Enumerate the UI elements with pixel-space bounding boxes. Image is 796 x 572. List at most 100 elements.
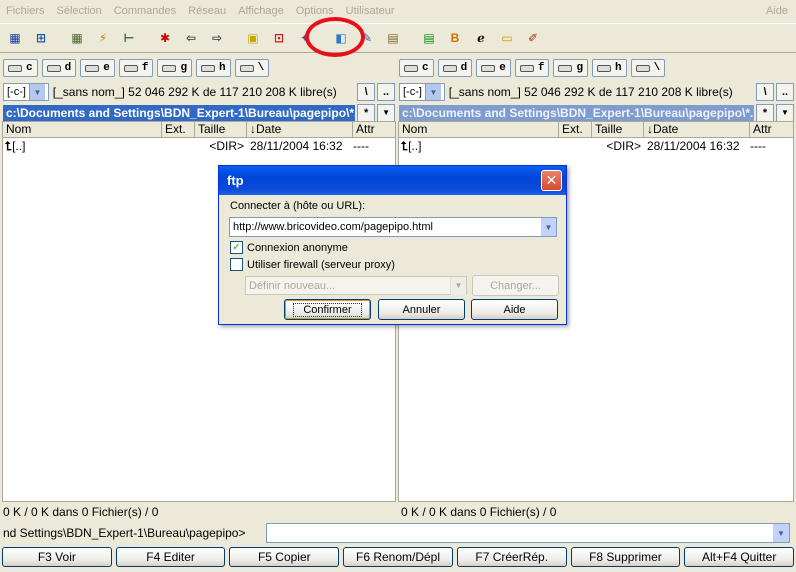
right-drive-button-d[interactable]: d [437, 59, 473, 77]
drive-icon [404, 64, 418, 72]
host-url-input[interactable]: http://www.bricovideo.com/pagepipo.html … [229, 217, 557, 237]
toolbar-button-star[interactable]: ✱ [154, 27, 176, 49]
col-nom[interactable]: Nom [399, 122, 559, 137]
left-up-button[interactable]: .. [377, 83, 396, 101]
toolbar-button-ftp-connect[interactable]: ✦ [294, 27, 316, 49]
col-taille[interactable]: Taille [195, 122, 247, 137]
f4-edit-button[interactable]: F4 Editer [115, 547, 226, 567]
left-drive-button-h[interactable]: h [196, 59, 231, 77]
toolbar-button-arrow-right[interactable]: ⇨ [206, 27, 228, 49]
left-drive-button-e[interactable]: e [80, 59, 115, 77]
chevron-down-icon: ▼ [450, 276, 466, 295]
col-taille[interactable]: Taille [592, 122, 644, 137]
drive-label: h [219, 62, 226, 74]
drive-label: f [141, 62, 149, 74]
toolbar-button-tree[interactable]: ⊞ [30, 27, 52, 49]
right-history-dropdown[interactable]: ▼ [776, 103, 794, 122]
col-ext[interactable]: Ext. [162, 122, 195, 137]
right-drive-button-f[interactable]: f [514, 59, 550, 77]
toolbar-button-folder-tree[interactable]: ⊢ [118, 27, 140, 49]
chevron-down-icon[interactable]: ▼ [540, 218, 556, 236]
toolbar-button-card[interactable]: ▤ [382, 27, 404, 49]
left-drive-button-network[interactable]: \ [234, 59, 270, 77]
menu-fichiers[interactable]: Fichiers [6, 5, 45, 17]
f3-view-button[interactable]: F3 Voir [2, 547, 112, 567]
table-row[interactable]: ⮤[..] <DIR> 28/11/2004 16:32 ---- [399, 138, 793, 154]
menu-reseau[interactable]: Réseau [188, 5, 226, 17]
toolbar-button-compare[interactable]: ⊡ [268, 27, 290, 49]
right-root-button[interactable]: \ [756, 83, 775, 101]
left-history-button[interactable]: * [357, 103, 376, 122]
right-drive-button-g[interactable]: g [553, 59, 589, 77]
firewall-checkbox-row[interactable]: Utiliser firewall (serveur proxy) [230, 258, 395, 271]
toolbar-button-folder-blue[interactable]: ◧ [330, 27, 352, 49]
left-history-dropdown[interactable]: ▼ [377, 103, 396, 122]
left-drive-button-d[interactable]: d [41, 59, 77, 77]
help-button[interactable]: Aide [471, 299, 558, 320]
col-ext[interactable]: Ext. [559, 122, 592, 137]
menu-aide[interactable]: Aide [766, 5, 788, 17]
left-drive-button-g[interactable]: g [157, 59, 193, 77]
toolbar-button-grid[interactable]: ▦ [66, 27, 88, 49]
cube-green-icon: ▤ [423, 31, 435, 45]
left-path[interactable]: c:\Documents and Settings\BDN_Expert-1\B… [3, 104, 356, 121]
menu-bar: Fichiers Sélection Commandes Réseau Affi… [0, 0, 796, 22]
command-input[interactable]: ▼ [266, 523, 790, 543]
toolbar-button-folder-yellow[interactable]: ▭ [496, 27, 518, 49]
f5-copy-button[interactable]: F5 Copier [229, 547, 340, 567]
toolbar-button-edit[interactable]: ✎ [356, 27, 378, 49]
menu-options[interactable]: Options [296, 5, 334, 17]
toolbar-button-mail[interactable]: ℯ [470, 27, 492, 49]
dialog-title-bar[interactable]: ftp ✕ [219, 166, 566, 195]
right-path-bar: c:\Documents and Settings\BDN_Expert-1\B… [399, 103, 794, 122]
col-nom[interactable]: Nom [3, 122, 162, 137]
drive-icon [597, 64, 612, 72]
drive-label: e [499, 62, 506, 74]
col-attr[interactable]: Attr [750, 122, 793, 137]
drive-label: \ [257, 62, 265, 74]
toolbar-button-pen[interactable]: ✐ [522, 27, 544, 49]
right-drive-select[interactable]: [-c-] ▼ [399, 83, 445, 101]
toolbar-button-bold-b[interactable]: B [444, 27, 466, 49]
chevron-down-icon: ▼ [382, 108, 391, 117]
f8-delete-button[interactable]: F8 Supprimer [570, 547, 681, 567]
col-date[interactable]: ↓Date [644, 122, 750, 137]
menu-commandes[interactable]: Commandes [114, 5, 176, 17]
col-date[interactable]: ↓Date [247, 122, 353, 137]
right-drive-button-e[interactable]: e [476, 59, 511, 77]
drive-icon [46, 64, 61, 72]
right-drive-button-c[interactable]: c [399, 59, 434, 77]
right-drive-button-h[interactable]: h [592, 59, 627, 77]
right-up-button[interactable]: .. [776, 83, 794, 101]
right-path[interactable]: c:\Documents and Settings\BDN_Expert-1\B… [399, 104, 754, 121]
right-history-button[interactable]: * [756, 103, 774, 122]
col-attr[interactable]: Attr [353, 122, 395, 137]
chevron-down-icon[interactable]: ▼ [773, 524, 789, 542]
table-row[interactable]: ⮤[..] <DIR> 28/11/2004 16:32 ---- [3, 138, 395, 154]
right-drive-row: [-c-] ▼ [_sans nom_] 52 046 292 K de 117… [399, 82, 794, 102]
f7-mkdir-button[interactable]: F7 CréerRép. [456, 547, 567, 567]
left-drive-button-c[interactable]: c [3, 59, 38, 77]
quit-button[interactable]: Alt+F4 Quitter [684, 547, 795, 567]
confirm-button[interactable]: Confirmer [284, 299, 371, 320]
close-icon[interactable]: ✕ [541, 170, 562, 191]
left-drive-select[interactable]: [-c-] ▼ [3, 83, 49, 101]
left-drive-button-f[interactable]: f [118, 59, 154, 77]
f6-rename-button[interactable]: F6 Renom/Dépl [343, 547, 453, 567]
right-drive-button-network[interactable]: \ [630, 59, 666, 77]
cancel-button[interactable]: Annuler [378, 299, 465, 320]
menu-selection[interactable]: Sélection [57, 5, 102, 17]
toolbar-button-cube[interactable]: ▣ [242, 27, 264, 49]
anonymous-checkbox[interactable]: ✓ [230, 241, 243, 254]
menu-affichage[interactable]: Affichage [238, 5, 284, 17]
toolbar-button-cube-green[interactable]: ▤ [418, 27, 440, 49]
left-root-button[interactable]: \ [357, 83, 376, 101]
proxy-select: Définir nouveau... ▼ [245, 276, 467, 295]
star-icon: ✱ [159, 31, 171, 45]
toolbar-button-arrow-left[interactable]: ⇦ [180, 27, 202, 49]
toolbar-button-refresh[interactable]: ▦ [4, 27, 26, 49]
firewall-checkbox[interactable] [230, 258, 243, 271]
anonymous-checkbox-row[interactable]: ✓ Connexion anonyme [230, 241, 348, 254]
menu-utilisateur[interactable]: Utilisateur [346, 5, 395, 17]
toolbar-button-filter[interactable]: ⚡ [92, 27, 114, 49]
